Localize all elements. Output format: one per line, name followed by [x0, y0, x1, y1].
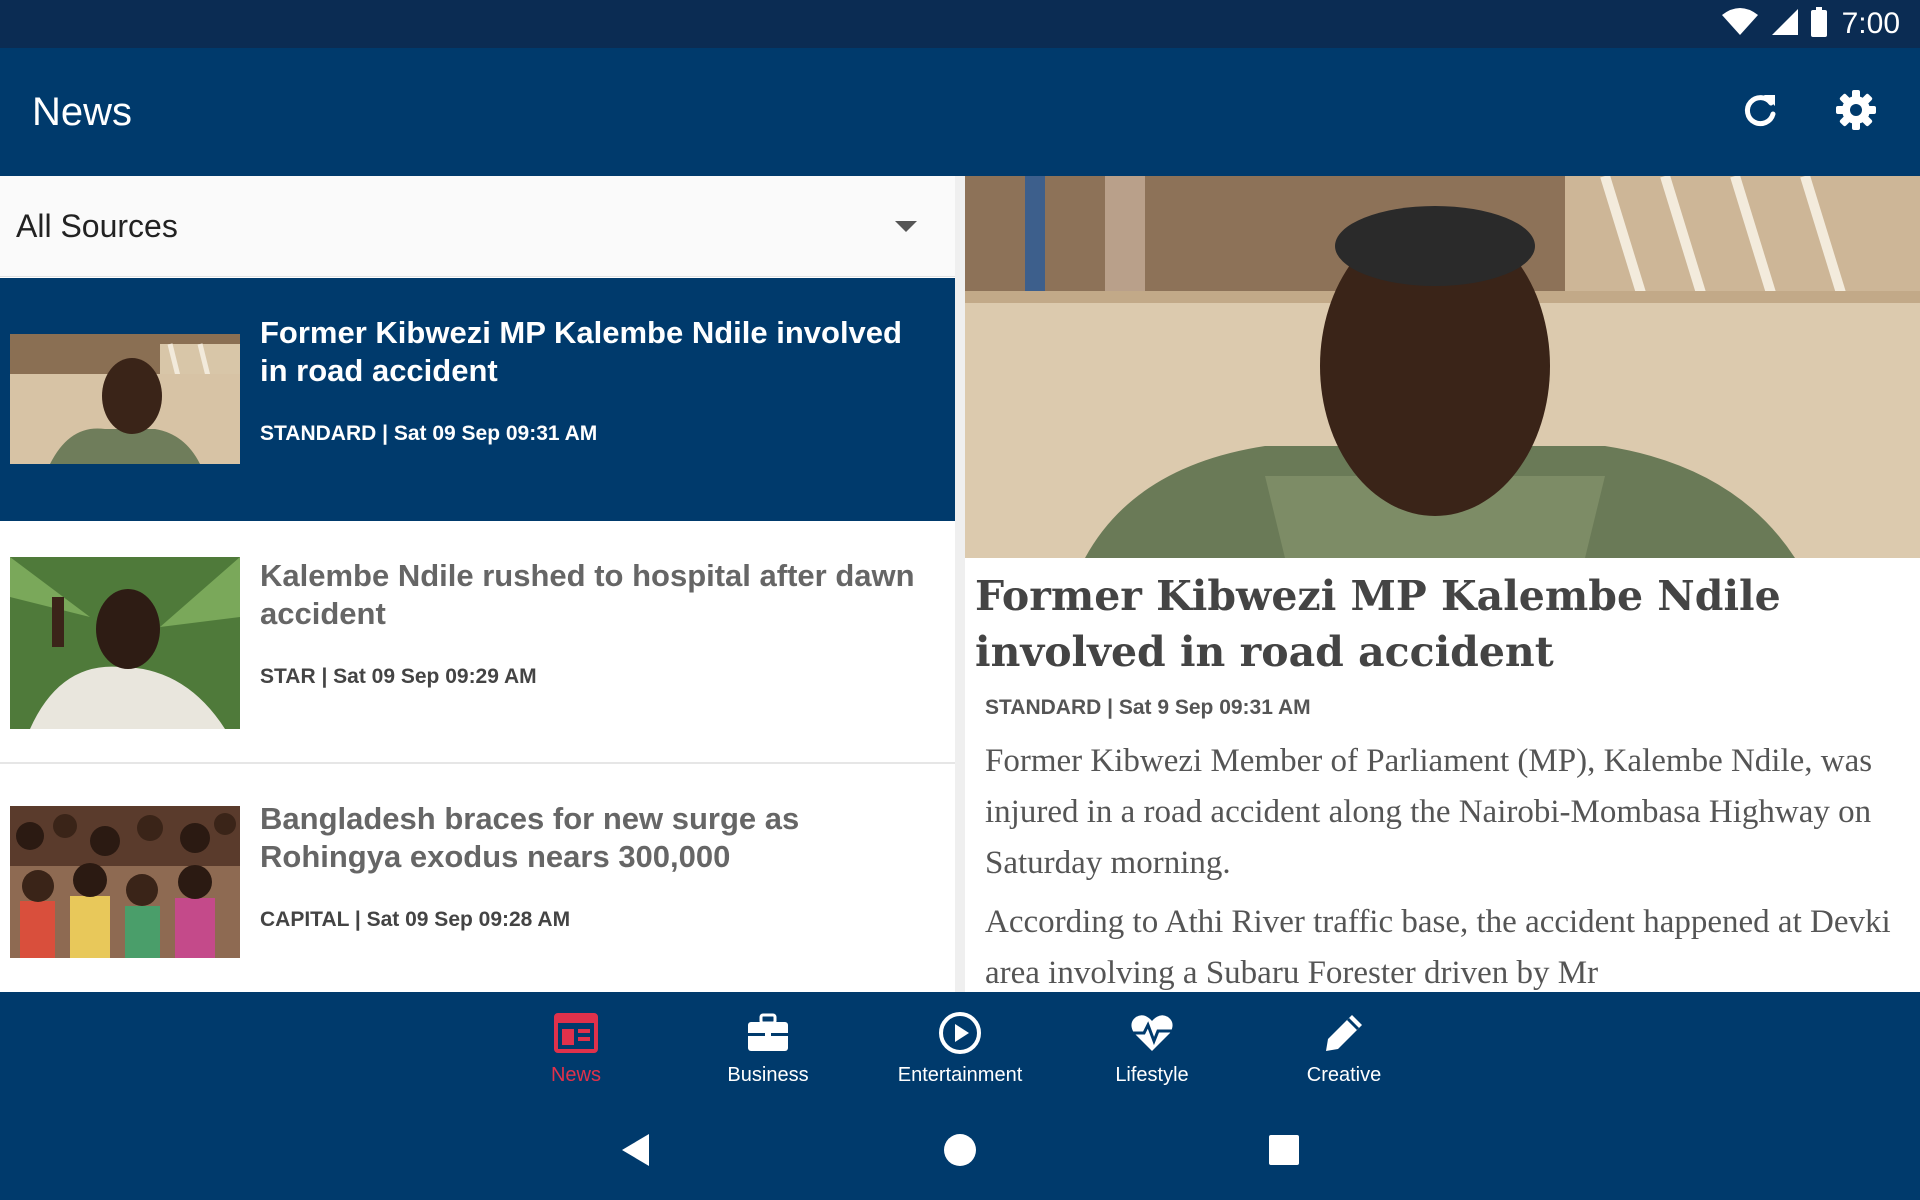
news-item-meta: CAPITAL | Sat 09 Sep 09:28 AM [260, 908, 571, 931]
app-title: News [32, 90, 133, 134]
recents-button[interactable] [1256, 1124, 1312, 1180]
status-bar: 7:00 [0, 0, 1920, 48]
play-circle-icon [935, 1010, 985, 1056]
nav-item-entertainment[interactable]: Entertainment [865, 992, 1055, 1104]
news-item-title: Bangladesh braces for new surge as Rohin… [260, 801, 800, 874]
newspaper-icon [551, 1010, 601, 1056]
settings-button[interactable] [1826, 82, 1886, 142]
home-button[interactable] [932, 1124, 988, 1180]
news-item-meta: STANDARD | Sat 09 Sep 09:31 AM [260, 422, 598, 445]
nav-item-business[interactable]: Business [673, 992, 863, 1104]
system-navigation-bar [0, 1104, 1920, 1200]
status-icons: 7:00 [1720, 0, 1900, 48]
article-body: Former Kibwezi Member of Parliament (MP)… [985, 736, 1920, 992]
bottom-navigation: News Business Entertainment Lifestyle Cr… [0, 992, 1920, 1104]
news-list-pane: All Sources Former Kibwezi MP Kalembe Nd… [0, 176, 955, 992]
wifi-icon [1720, 7, 1760, 42]
news-list: Former Kibwezi MP Kalembe Ndile involved… [0, 278, 955, 992]
news-item-title: Kalembe Ndile rushed to hospital after d… [260, 558, 915, 631]
nav-label: Lifestyle [1115, 1064, 1189, 1086]
nav-item-news[interactable]: News [481, 992, 671, 1104]
nav-label: News [550, 1064, 601, 1086]
nav-label: Entertainment [897, 1064, 1023, 1086]
source-dropdown[interactable]: All Sources [0, 176, 955, 277]
news-list-item[interactable]: Bangladesh braces for new surge as Rohin… [0, 764, 955, 992]
pane-divider [955, 176, 965, 992]
news-list-item[interactable]: Former Kibwezi MP Kalembe Ndile involved… [0, 278, 955, 521]
news-item-meta: STAR | Sat 09 Sep 09:29 AM [260, 665, 537, 688]
article-meta: STANDARD | Sat 9 Sep 09:31 AM [985, 696, 1311, 719]
home-icon [942, 1132, 978, 1173]
app-bar: News [0, 48, 1920, 176]
back-icon [619, 1132, 653, 1173]
refresh-icon [1740, 90, 1780, 135]
nav-item-lifestyle[interactable]: Lifestyle [1057, 992, 1247, 1104]
news-thumbnail [10, 334, 240, 464]
source-dropdown-value: All Sources [16, 208, 178, 244]
news-item-title: Former Kibwezi MP Kalembe Ndile involved… [260, 315, 902, 388]
pencil-icon [1319, 1010, 1369, 1056]
chevron-down-icon [895, 221, 917, 232]
heartbeat-icon [1127, 1010, 1177, 1056]
status-time: 7:00 [1841, 7, 1900, 40]
nav-label: Business [727, 1064, 809, 1086]
article-paragraph: According to Athi River traffic base, th… [985, 904, 1891, 991]
news-thumbnail [10, 806, 240, 958]
article-hero-image [965, 176, 1920, 558]
article-pane: Former Kibwezi MP Kalembe Ndile involved… [965, 176, 1920, 992]
nav-label: Creative [1306, 1064, 1382, 1086]
back-button[interactable] [608, 1124, 664, 1180]
recents-icon [1268, 1134, 1300, 1171]
briefcase-icon [743, 1010, 793, 1056]
refresh-button[interactable] [1730, 82, 1790, 142]
signal-icon [1770, 7, 1800, 42]
battery-icon [1810, 6, 1828, 42]
news-thumbnail [10, 557, 240, 729]
settings-icon [1834, 88, 1878, 137]
nav-item-creative[interactable]: Creative [1249, 992, 1439, 1104]
article-paragraph: Former Kibwezi Member of Parliament (MP)… [985, 743, 1873, 881]
article-title: Former Kibwezi MP Kalembe Ndile involved… [975, 572, 1781, 676]
news-list-item[interactable]: Kalembe Ndile rushed to hospital after d… [0, 521, 955, 764]
